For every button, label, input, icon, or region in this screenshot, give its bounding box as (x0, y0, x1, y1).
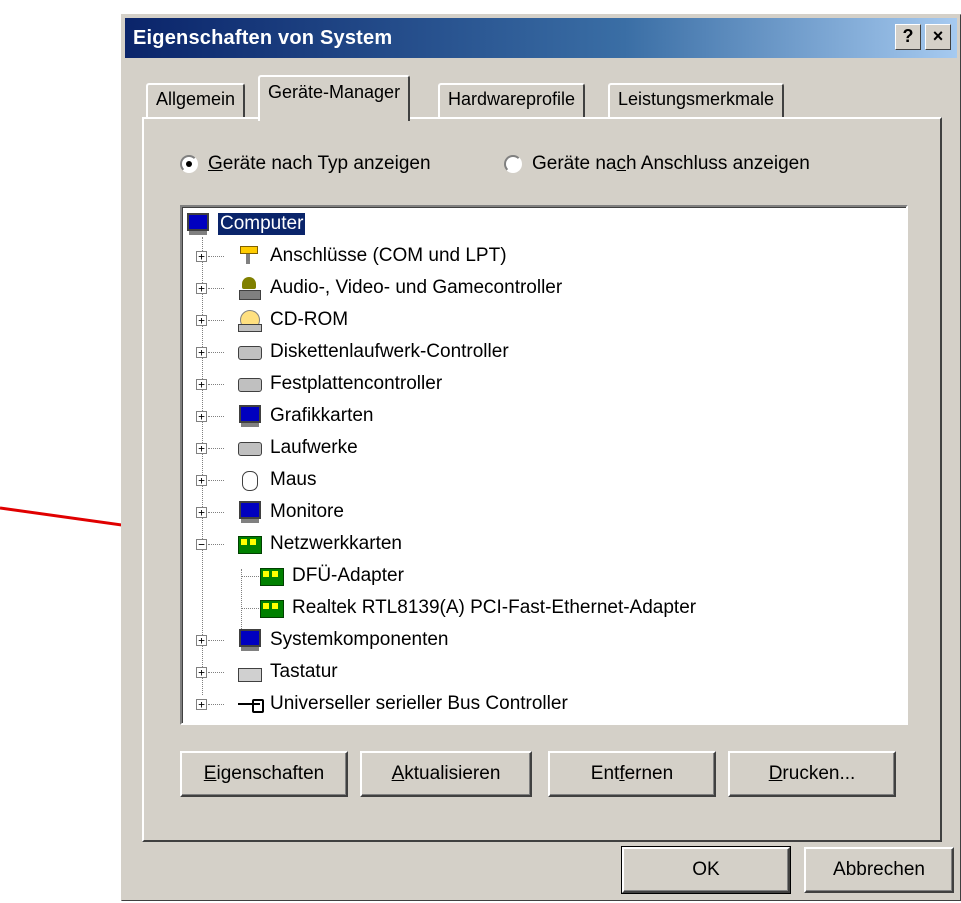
system-properties-dialog: Eigenschaften von System ? × Allgemein G… (121, 14, 961, 901)
expand-plus-icon[interactable]: + (196, 347, 207, 358)
collapse-minus-icon[interactable]: − (196, 539, 207, 550)
tree-item-cdrom[interactable]: + CD-ROM (196, 305, 348, 335)
usb-icon (236, 692, 264, 716)
help-button[interactable]: ? (895, 24, 921, 50)
controller-icon (236, 340, 262, 364)
computer-icon (184, 212, 210, 236)
tree-item-label: Computer (216, 212, 307, 236)
controller-icon (236, 372, 262, 396)
radio-by-type-label: Geräte nach Typ anzeigen (208, 153, 431, 174)
port-icon (236, 244, 262, 268)
tree-item-maus[interactable]: + Maus (196, 465, 316, 495)
tree-item-label: Diskettenlaufwerk-Controller (270, 341, 509, 362)
tree-item-systemkomponenten[interactable]: + Systemkomponenten (196, 625, 449, 655)
audio-icon (236, 276, 262, 300)
tree-item-label: Monitore (270, 501, 344, 522)
cdrom-icon (236, 308, 262, 332)
tree-item-label: Laufwerke (270, 437, 358, 458)
tree-item-festplatten[interactable]: + Festplattencontroller (196, 369, 442, 399)
network-card-icon (258, 564, 284, 588)
cancel-button[interactable]: Abbrechen (804, 847, 954, 893)
tree-item-computer[interactable]: Computer (184, 209, 307, 239)
tree-item-label: Systemkomponenten (270, 629, 449, 650)
tree-item-label: CD-ROM (270, 309, 349, 330)
expand-plus-icon[interactable]: + (196, 443, 207, 454)
mouse-icon (236, 468, 262, 492)
expand-plus-icon[interactable]: + (196, 379, 207, 390)
tree-item-label: Universeller serieller Bus Controller (270, 693, 568, 714)
tree-item-label: Realtek RTL8139(A) PCI-Fast-Ethernet-Ada… (292, 597, 697, 618)
expand-plus-icon[interactable]: + (196, 251, 207, 262)
tree-item-anschluesse[interactable]: + Anschlüsse (COM und LPT) (196, 241, 507, 271)
expand-plus-icon[interactable]: + (196, 635, 207, 646)
tree-item-label: Festplattencontroller (270, 373, 443, 394)
expand-plus-icon[interactable]: + (196, 475, 207, 486)
radio-by-connection-label: Geräte nach Anschluss anzeigen (532, 153, 810, 174)
tree-item-monitore[interactable]: + Monitore (196, 497, 344, 527)
radio-by-connection[interactable]: Geräte nach Anschluss anzeigen (504, 153, 810, 175)
device-manager-panel: Geräte nach Typ anzeigen Geräte nach Ans… (142, 117, 942, 842)
remove-button[interactable]: Ent f ernen (548, 751, 716, 797)
tree-item-label: Grafikkarten (270, 405, 374, 426)
tree-item-grafikkarten[interactable]: + Grafikkarten (196, 401, 373, 431)
tree-item-usb[interactable]: + Universeller serieller Bus Controller (196, 689, 568, 719)
expand-plus-icon[interactable]: + (196, 699, 207, 710)
radio-by-type-indicator[interactable] (180, 155, 198, 173)
tree-item-audio[interactable]: + Audio-, Video- und Gamecontroller (196, 273, 562, 303)
monitor-icon (236, 628, 262, 652)
monitor-icon (236, 500, 262, 524)
tree-item-tastatur[interactable]: + Tastatur (196, 657, 338, 687)
ok-button[interactable]: OK (621, 846, 791, 894)
title-bar: Eigenschaften von System ? × (125, 18, 957, 58)
expand-plus-icon[interactable]: + (196, 667, 207, 678)
close-button[interactable]: × (925, 24, 951, 50)
monitor-icon (236, 404, 262, 428)
tree-item-label: Audio-, Video- und Gamecontroller (270, 277, 563, 298)
tree-item-label: Anschlüsse (COM und LPT) (270, 245, 507, 266)
expand-plus-icon[interactable]: + (196, 315, 207, 326)
tree-item-dfue-adapter[interactable]: DFÜ-Adapter (236, 561, 404, 591)
tree-item-label: Tastatur (270, 661, 338, 682)
tab-leistungsmerkmale[interactable]: Leistungsmerkmale (608, 83, 785, 117)
tab-hardwareprofile[interactable]: Hardwareprofile (438, 83, 586, 117)
tree-item-realtek-adapter[interactable]: Realtek RTL8139(A) PCI-Fast-Ethernet-Ada… (236, 593, 696, 623)
tree-item-diskette[interactable]: + Diskettenlaufwerk-Controller (196, 337, 509, 367)
radio-by-type[interactable]: Geräte nach Typ anzeigen (180, 153, 431, 175)
expand-plus-icon[interactable]: + (196, 507, 207, 518)
print-button[interactable]: Drucken... (728, 751, 896, 797)
refresh-button[interactable]: Aktualisieren (360, 751, 532, 797)
tree-item-laufwerke[interactable]: + Laufwerke (196, 433, 358, 463)
tree-item-label: Maus (270, 469, 317, 490)
radio-by-connection-indicator[interactable] (504, 155, 522, 173)
device-tree[interactable]: Computer + Anschlüsse (COM und LPT) + Au… (180, 205, 908, 725)
tab-allgemein[interactable]: Allgemein (146, 83, 246, 117)
keyboard-icon (236, 660, 262, 684)
expand-plus-icon[interactable]: + (196, 411, 207, 422)
properties-button[interactable]: Eigenschaften (180, 751, 348, 797)
expand-plus-icon[interactable]: + (196, 283, 207, 294)
window-title: Eigenschaften von System (133, 27, 393, 49)
tree-item-label: Netzwerkkarten (270, 533, 402, 554)
tab-geraete-manager[interactable]: Geräte-Manager (258, 75, 411, 121)
drive-icon (236, 436, 262, 460)
tree-item-netzwerkkarten[interactable]: − Netzwerkkarten (196, 529, 402, 559)
network-card-icon (236, 532, 262, 556)
tree-item-label: DFÜ-Adapter (292, 565, 404, 586)
network-card-icon (258, 596, 284, 620)
